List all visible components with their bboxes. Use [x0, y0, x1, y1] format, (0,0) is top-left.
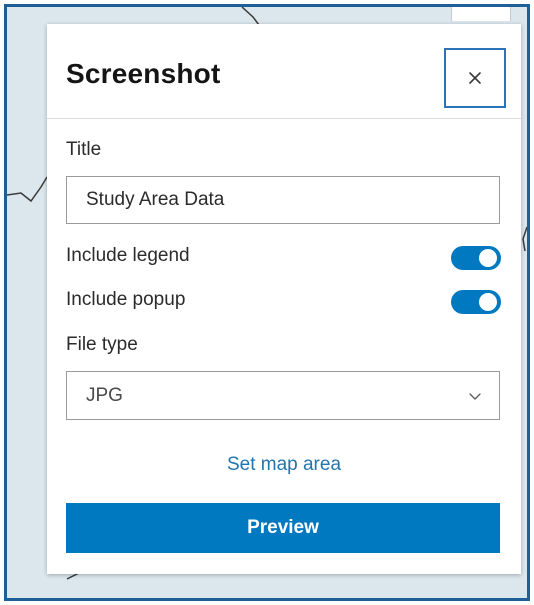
set-map-area-link[interactable]: Set map area — [47, 454, 521, 476]
toggle-knob — [479, 293, 497, 311]
toggle-knob — [479, 249, 497, 267]
include-legend-label: Include legend — [66, 245, 190, 266]
close-icon — [469, 72, 481, 84]
close-button[interactable] — [444, 48, 506, 108]
file-type-value: JPG — [86, 385, 123, 406]
panel-title: Screenshot — [66, 58, 221, 89]
map-widget-chip — [451, 7, 511, 21]
panel-header: Screenshot — [47, 24, 521, 119]
include-popup-toggle[interactable] — [451, 290, 501, 314]
include-popup-label: Include popup — [66, 289, 186, 310]
chevron-down-icon — [469, 393, 481, 400]
file-type-label: File type — [66, 334, 138, 355]
file-type-select[interactable]: JPG — [66, 371, 500, 420]
title-label: Title — [66, 139, 102, 160]
include-legend-toggle[interactable] — [451, 246, 501, 270]
title-input[interactable] — [66, 176, 500, 224]
screenshot-panel: Screenshot Title Include legend Include … — [47, 24, 521, 574]
preview-button[interactable]: Preview — [66, 503, 500, 553]
